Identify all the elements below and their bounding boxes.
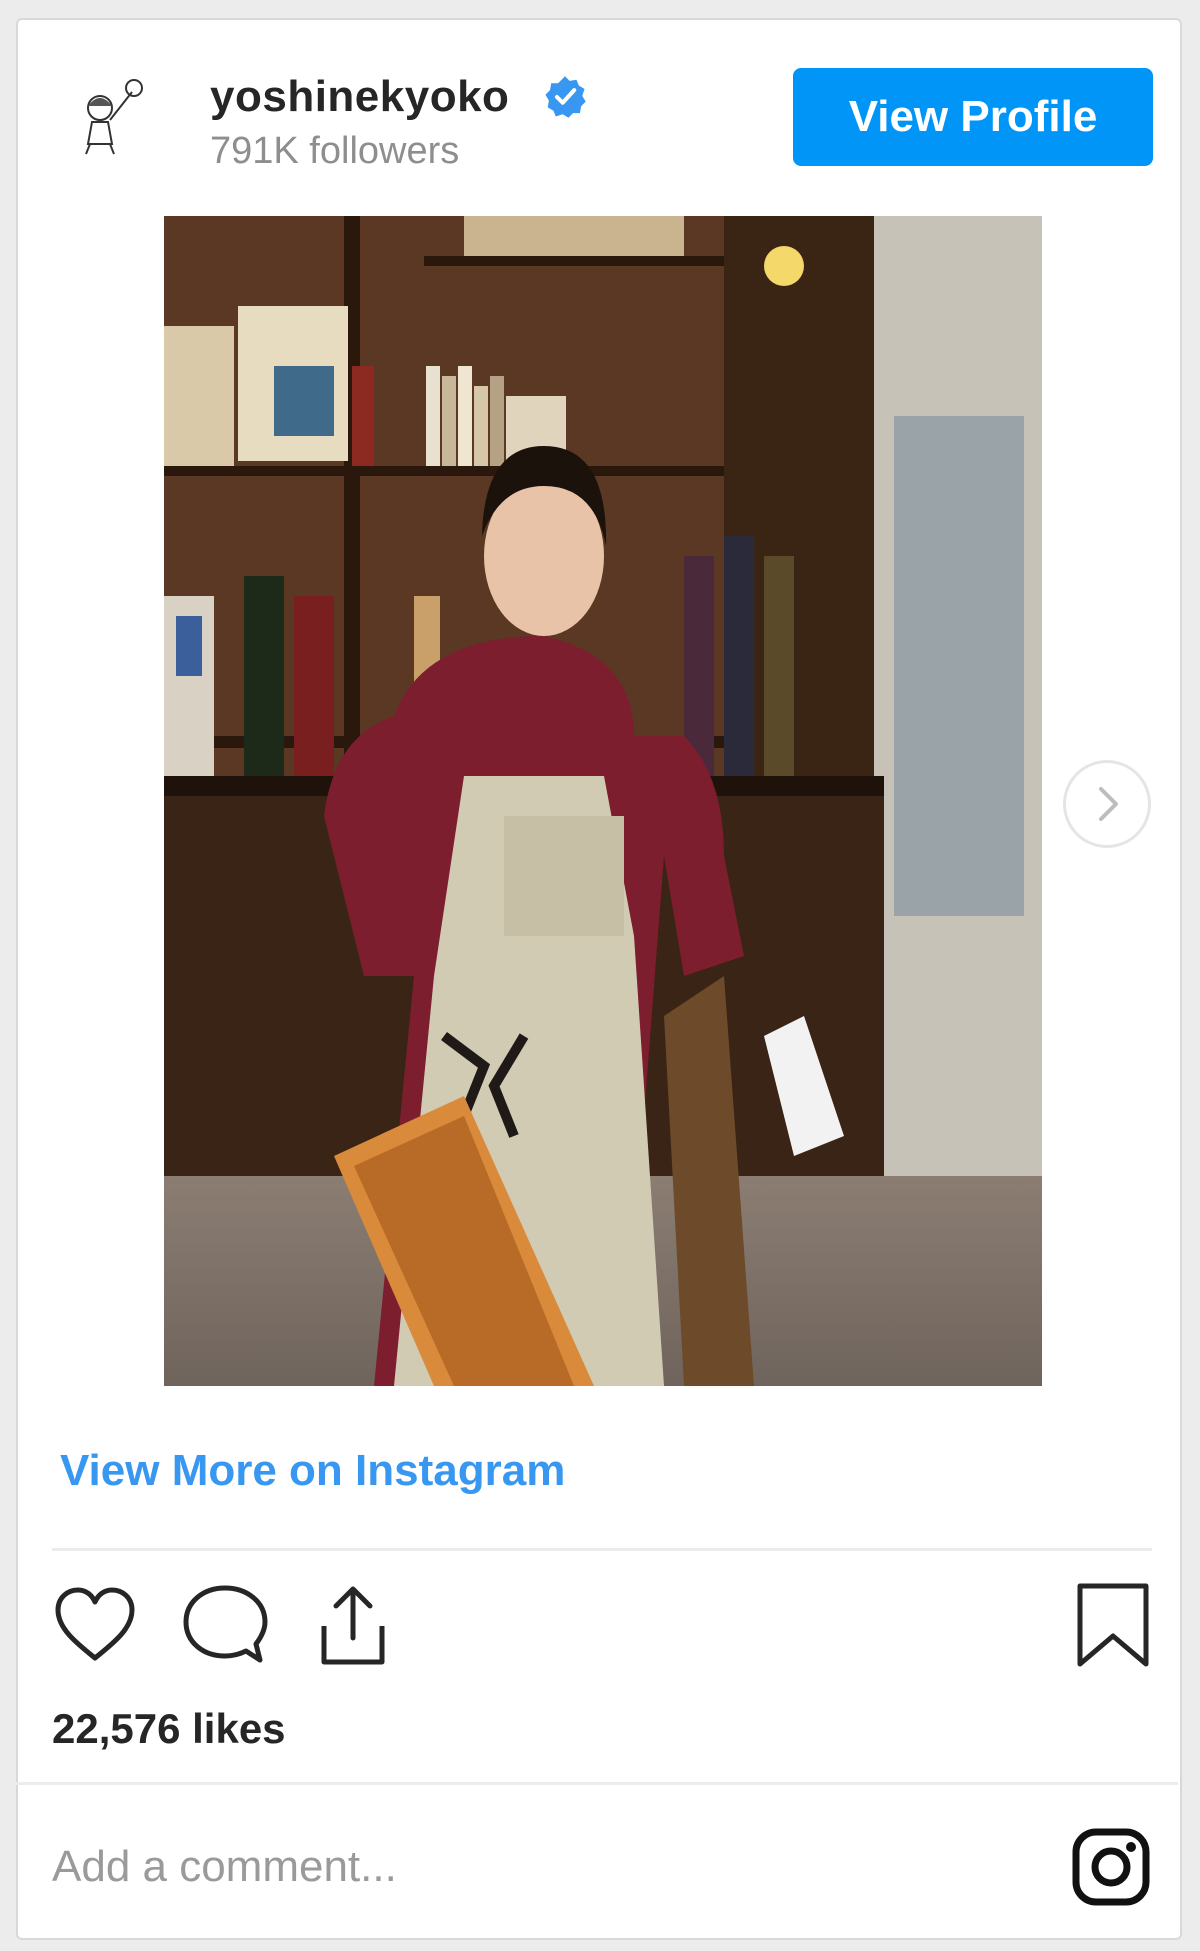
like-count: 22,576 likes — [52, 1705, 286, 1752]
share-upload-icon[interactable] — [308, 1580, 398, 1670]
view-more-on-instagram-link[interactable]: View More on Instagram — [60, 1446, 565, 1496]
instagram-logo-icon[interactable] — [1070, 1826, 1152, 1908]
heart-icon[interactable] — [50, 1580, 140, 1670]
post-photo-image — [164, 216, 1042, 1386]
username[interactable]: yoshinekyoko — [210, 72, 509, 122]
bookmark-icon[interactable] — [1068, 1580, 1158, 1670]
post-photo[interactable] — [164, 216, 1042, 1386]
profile-avatar[interactable] — [62, 68, 154, 160]
avatar-illustration — [62, 68, 154, 160]
verified-badge-icon — [545, 76, 586, 118]
follower-count: 791K followers — [210, 130, 460, 172]
view-profile-button[interactable]: View Profile — [793, 68, 1153, 166]
carousel-next-button[interactable] — [1063, 760, 1151, 848]
chevron-right-icon — [1099, 787, 1118, 821]
divider — [16, 1782, 1178, 1785]
divider — [52, 1548, 1152, 1551]
comment-bubble-icon[interactable] — [180, 1580, 270, 1670]
comment-input[interactable] — [50, 1838, 954, 1896]
